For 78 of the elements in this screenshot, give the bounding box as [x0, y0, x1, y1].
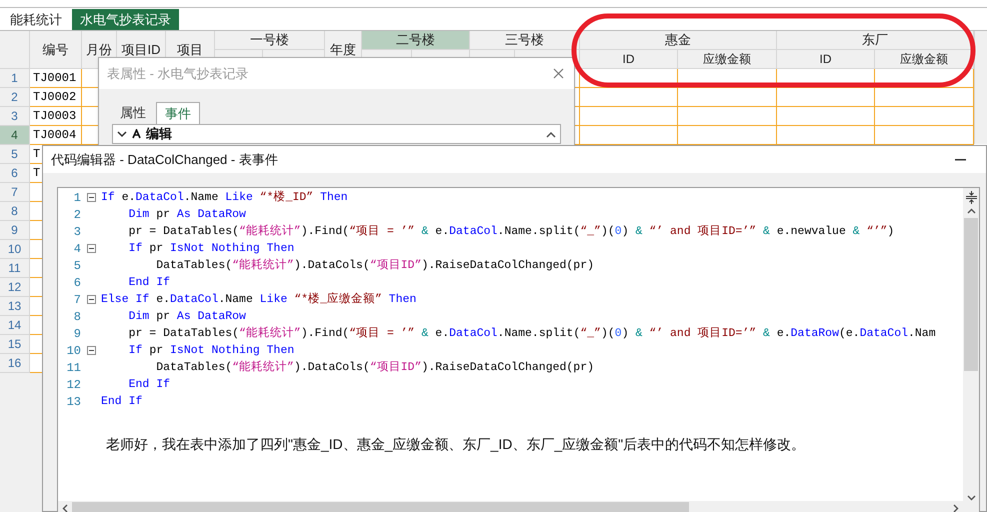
row-number[interactable]: 1	[0, 69, 30, 88]
column-header[interactable]: 编号	[30, 31, 82, 69]
scroll-left-icon[interactable]	[62, 504, 68, 512]
column-group-header[interactable]: 一号楼	[215, 31, 325, 50]
code-line: If pr IsNot Nothing Then	[128, 342, 294, 359]
line-number: 10	[66, 342, 81, 360]
code-line: If e.DataCol.Name Like “*楼_ID” Then	[101, 190, 348, 206]
line-number: 6	[72, 274, 81, 292]
line-number: 7	[72, 292, 81, 308]
scrollbar-thumb[interactable]	[72, 502, 689, 512]
row-number[interactable]: 14	[0, 316, 30, 335]
scroll-down-icon[interactable]	[966, 495, 976, 501]
line-number: 1	[72, 190, 81, 206]
code-line: Dim pr As DataRow	[128, 308, 246, 325]
collapse-icon[interactable]	[86, 346, 96, 355]
line-number: 4	[72, 240, 81, 258]
code-line: End If	[101, 394, 142, 410]
close-icon[interactable]	[553, 68, 564, 79]
column-header[interactable]: 应缴金额	[678, 50, 777, 69]
dialog-tab[interactable]: 属性	[112, 102, 154, 124]
line-number: 13	[66, 394, 81, 410]
section-label: 编辑	[146, 125, 172, 144]
row-number[interactable]: 6	[0, 164, 30, 183]
row-number[interactable]: 8	[0, 202, 30, 221]
code-line: DataTables(“能耗统计”).DataCols(“项目ID”).RaiseDataColChanged(pr)	[155, 258, 594, 274]
code-line: pr = DataTables(“能耗统计”).Find(“项目 = ’” & e.DataCol.Name.split(“_”)(0) & “’ and 项目ID=’” & e.DataRow(e.DataCol.Nam	[128, 326, 936, 342]
code-line: End If	[128, 274, 170, 291]
row-number[interactable]: 11	[0, 259, 30, 278]
collapse-icon[interactable]	[86, 295, 96, 304]
code-line: If pr IsNot Nothing Then	[128, 240, 294, 257]
line-number: 8	[72, 308, 81, 326]
line-number: 11	[66, 360, 81, 376]
column-group-header[interactable]: 东厂	[777, 31, 974, 50]
collapse-icon[interactable]	[86, 244, 96, 253]
line-number: 2	[72, 206, 81, 224]
caret-up-icon[interactable]	[546, 130, 556, 138]
code-line: DataTables(“能耗统计”).DataCols(“项目ID”).RaiseDataColChanged(pr)	[155, 360, 594, 376]
column-group-header[interactable]: 二号楼	[362, 31, 470, 50]
row-number[interactable]: 4	[0, 126, 30, 145]
row-number[interactable]: 12	[0, 278, 30, 297]
scroll-right-icon[interactable]	[953, 504, 959, 512]
line-number: 12	[66, 376, 81, 394]
code-line: pr = DataTables(“能耗统计”).Find(“项目 = ’” & e.DataCol.Name.split(“_”)(0) & “’ and 项目ID=’” & e.newvalue & “’”)	[128, 224, 894, 240]
message-text: 老师好，我在表中添加了四列"惠金_ID、惠金_应缴金额、东厂_ID、东厂_应缴金额"后表中的代码不知怎样修改。	[106, 435, 806, 454]
table-cell: TJ0003	[30, 107, 82, 126]
column-group-header[interactable]: 三号楼	[470, 31, 580, 50]
chevron-icon	[117, 130, 127, 138]
row-number[interactable]: 3	[0, 107, 30, 126]
section-header[interactable]: 编辑	[112, 124, 561, 144]
minimize-icon[interactable]	[955, 158, 966, 160]
line-number: 5	[72, 258, 81, 274]
row-number[interactable]: 5	[0, 145, 30, 164]
sheet-tab[interactable]: 水电气抄表记录	[72, 9, 179, 30]
row-number[interactable]: 7	[0, 183, 30, 202]
edit-icon	[132, 129, 141, 139]
row-number[interactable]: 2	[0, 88, 30, 107]
table-cell: TJ0002	[30, 88, 82, 107]
row-number[interactable]: 16	[0, 354, 30, 373]
column-group-header[interactable]: 惠金	[580, 31, 777, 50]
row-number[interactable]: 9	[0, 221, 30, 240]
code-line: Dim pr As DataRow	[128, 206, 246, 223]
scrollbar-thumb[interactable]	[964, 218, 978, 371]
table-cell: TJ0004	[30, 126, 82, 145]
row-number[interactable]: 13	[0, 297, 30, 316]
collapse-icon[interactable]	[86, 193, 96, 202]
column-header[interactable]: ID	[777, 50, 875, 69]
code-line: End If	[128, 376, 170, 393]
line-number: 3	[72, 224, 81, 240]
dialog-tab[interactable]: 事件	[156, 102, 200, 124]
split-icon[interactable]	[966, 191, 976, 204]
row-number[interactable]: 15	[0, 335, 30, 354]
row-number[interactable]: 10	[0, 240, 30, 259]
code-line: Else If e.DataCol.Name Like “*楼_应缴金额” Then	[101, 292, 416, 308]
line-number: 9	[72, 326, 81, 342]
table-cell: TJ0001	[30, 69, 82, 88]
column-header[interactable]: 应缴金额	[875, 50, 974, 69]
scroll-up-icon[interactable]	[966, 208, 976, 214]
column-header[interactable]: ID	[580, 50, 678, 69]
